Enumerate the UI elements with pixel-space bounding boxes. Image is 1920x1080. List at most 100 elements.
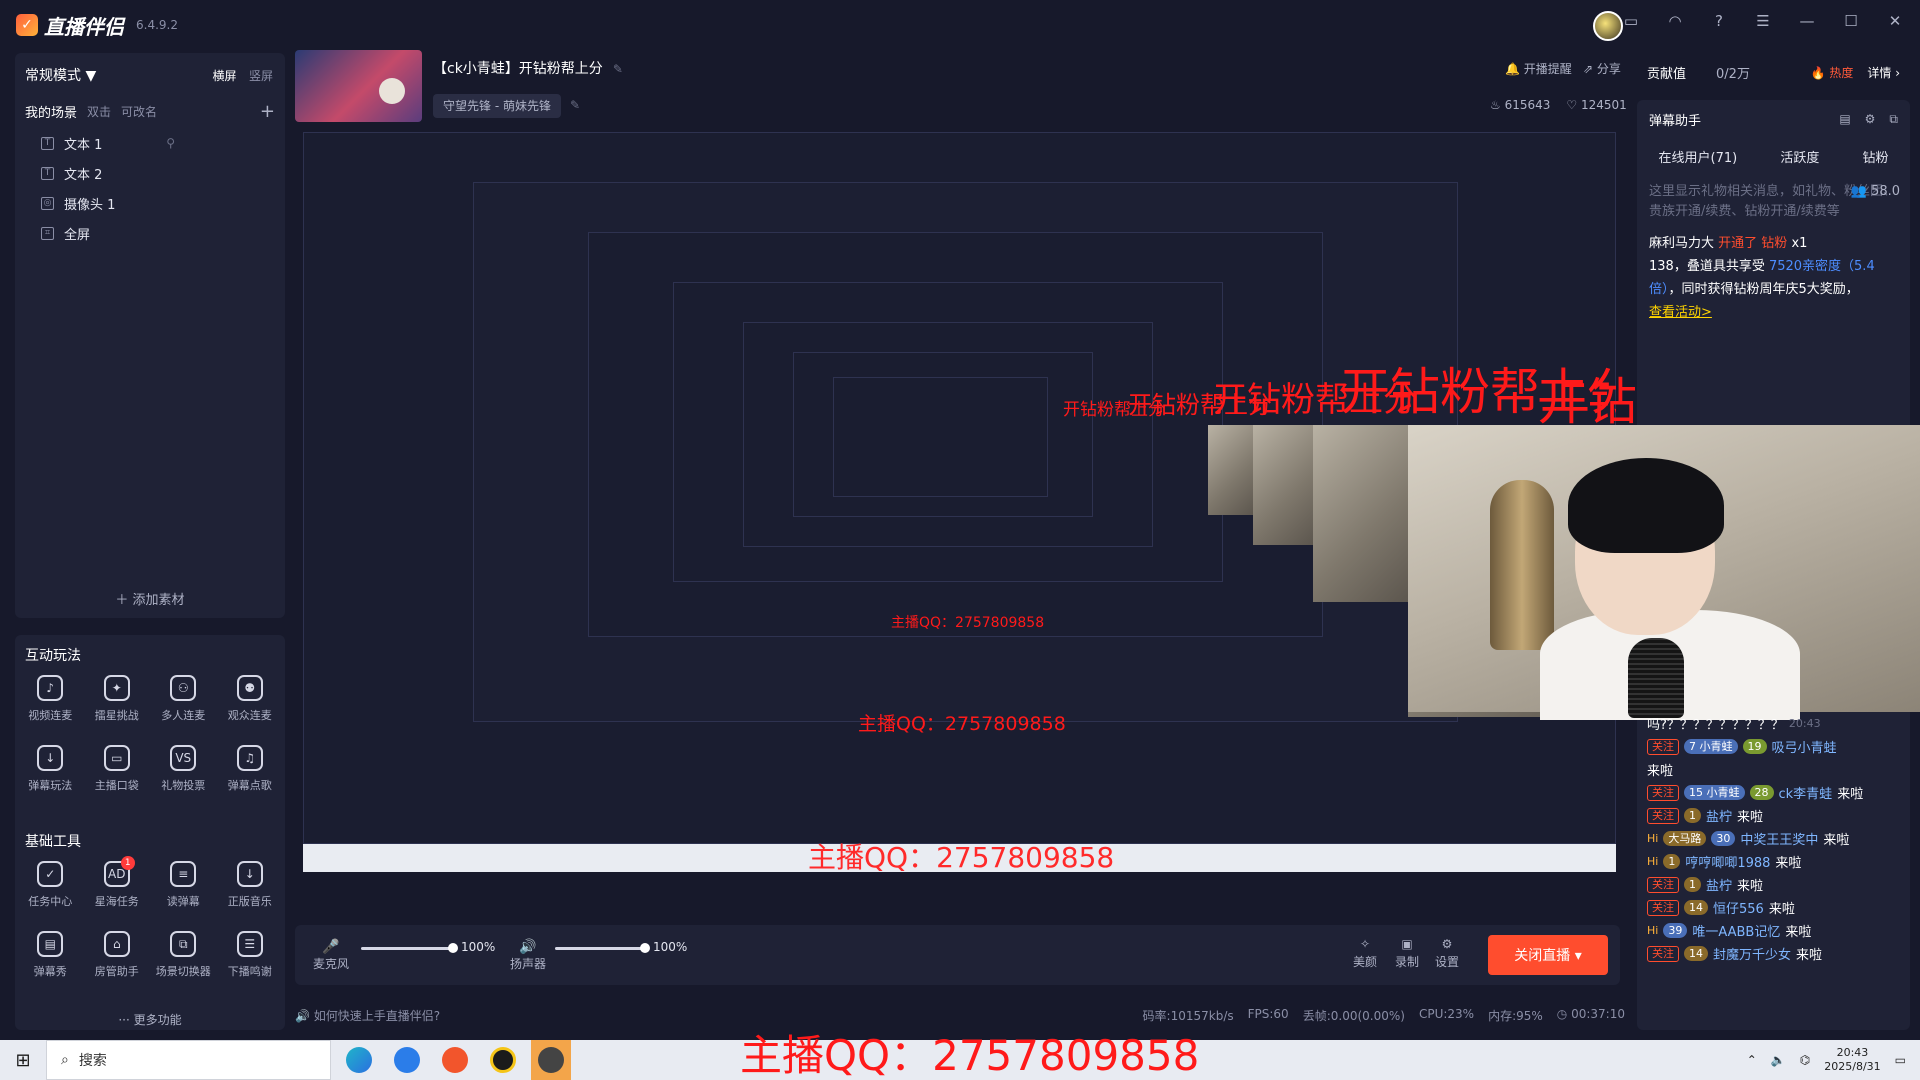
chat-user[interactable]: 封魔万千少女 <box>1713 944 1791 963</box>
taskbar-search[interactable]: ⌕ 搜索 <box>46 1040 331 1080</box>
maximize-icon[interactable]: ☐ <box>1840 10 1862 32</box>
follow-button[interactable]: 关注 <box>1647 945 1679 962</box>
mic-volume-slider[interactable] <box>361 943 458 953</box>
more-features-button[interactable]: ··· 更多功能 <box>15 1007 285 1028</box>
camera-person-hair <box>1568 458 1724 553</box>
live-companion-taskbar-icon[interactable] <box>531 1040 571 1080</box>
live-reminder-button[interactable]: 🔔 开播提醒 <box>1505 60 1572 77</box>
popout-icon[interactable]: ⧉ <box>1889 112 1898 127</box>
app-orange-icon[interactable] <box>435 1040 475 1080</box>
settings-button[interactable]: ⚙ 设置 <box>1435 937 1459 970</box>
chat-user[interactable]: 唯一AABB记忆 <box>1692 921 1780 940</box>
landscape-tab[interactable]: 横屏 <box>213 69 237 83</box>
share-button[interactable]: ⇗ 分享 <box>1583 60 1621 77</box>
view-activity-link[interactable]: 查看活动> <box>1649 305 1712 320</box>
notification-icon[interactable]: ▭ <box>1895 1053 1906 1067</box>
message-icon[interactable]: ▭ <box>1620 10 1642 32</box>
tool-gift-vote[interactable]: VS 礼物投票 <box>150 745 217 815</box>
follow-button[interactable]: 关注 <box>1647 899 1679 916</box>
source-item[interactable]: ⌗ 全屏 <box>15 218 285 248</box>
tool-audience-link[interactable]: ⚉ 观众连麦 <box>217 675 284 745</box>
level-badge: 14 <box>1684 946 1708 961</box>
tool-star-challenge[interactable]: ✦ 擂星挑战 <box>84 675 151 745</box>
tool-task-center[interactable]: ✓ 任务中心 <box>17 861 84 931</box>
chevron-up-icon[interactable]: ⌃ <box>1747 1053 1757 1067</box>
record-label: 录制 <box>1395 955 1420 969</box>
mic-slider-knob[interactable] <box>448 943 458 953</box>
speaker-control[interactable]: 🔊 扬声器 <box>510 939 546 972</box>
room-cover[interactable] <box>295 50 422 122</box>
follow-button[interactable]: 关注 <box>1647 807 1679 824</box>
edge-icon[interactable] <box>339 1040 379 1080</box>
edit-category-icon[interactable]: ✎ <box>570 98 580 112</box>
app-blue-icon[interactable] <box>387 1040 427 1080</box>
chat-user[interactable]: 恒仔556 <box>1713 898 1764 917</box>
gift-message: 麻利马力大 开通了 钻粉 x1 138，叠道具共享受 7520亲密度（5.4倍）… <box>1637 230 1910 326</box>
menu-icon[interactable]: ☰ <box>1752 10 1774 32</box>
my-scene-label[interactable]: 我的场景 <box>25 102 77 121</box>
chat-text: 来啦 <box>1737 810 1764 825</box>
ad-icon: AD 1 <box>103 856 135 887</box>
tool-star-task[interactable]: AD 1 星海任务 <box>84 856 151 931</box>
chat-user[interactable]: 吸弓小青蛙 <box>1772 737 1837 756</box>
windows-start-icon[interactable]: ⊞ <box>0 1040 46 1080</box>
gear-icon[interactable]: ⚙ <box>1865 112 1876 127</box>
mic-control[interactable]: 🎤 麦克风 <box>313 939 349 972</box>
detail-link[interactable]: 详情 › <box>1867 64 1900 81</box>
tool-music[interactable]: ↓ 正版音乐 <box>217 861 284 931</box>
tool-read-danmu[interactable]: ≡ 读弹幕 <box>150 861 217 931</box>
tool-scene-switch[interactable]: ⧉ 场景切换器 <box>150 931 217 1001</box>
tool-multi-link[interactable]: ⚇ 多人连麦 <box>150 675 217 745</box>
tool-label: 场景切换器 <box>155 965 211 978</box>
fan-badge: 7 小青蛙 <box>1684 739 1738 754</box>
close-icon[interactable]: ✕ <box>1884 10 1906 32</box>
gift-user[interactable]: 麻利马力大 <box>1649 236 1714 251</box>
tool-pocket[interactable]: ▭ 主播口袋 <box>84 745 151 815</box>
follow-button[interactable]: 关注 <box>1647 784 1679 801</box>
volume-icon[interactable]: 🔈 <box>1771 1053 1786 1067</box>
chat-user[interactable]: 盐柠 <box>1706 806 1732 825</box>
tool-danmu-play[interactable]: ↓ 弹幕玩法 <box>17 745 84 815</box>
chat-user[interactable]: 盐柠 <box>1706 875 1732 894</box>
tab-diamond-fans[interactable]: 钻粉 <box>1862 147 1888 166</box>
tool-danmu-show[interactable]: ▤ 弹幕秀 <box>17 931 84 1001</box>
chat-user[interactable]: 中奖王王奖中 <box>1740 829 1818 848</box>
text-source-icon: T <box>41 166 54 180</box>
tab-online-users[interactable]: 在线用户(71) <box>1659 147 1738 166</box>
beauty-button[interactable]: ✧ 美颜 <box>1353 937 1377 970</box>
room-title[interactable]: 【ck小青蛙】开钻粉帮上分 ✎ <box>433 58 623 78</box>
mode-selector[interactable]: 常规模式 ▼ <box>25 65 96 85</box>
follow-button[interactable]: 关注 <box>1647 876 1679 893</box>
source-item[interactable]: T 文本 2 <box>15 158 285 188</box>
speaker-slider-knob[interactable] <box>640 943 650 953</box>
edit-icon[interactable]: ✎ <box>613 62 623 76</box>
chat-user[interactable]: 哼哼唧唧1988 <box>1685 852 1770 871</box>
add-source-button[interactable]: ＋ 添加素材 <box>15 589 285 608</box>
network-icon[interactable]: ⌬ <box>1800 1053 1810 1067</box>
follow-button[interactable]: 关注 <box>1647 738 1679 755</box>
help-icon[interactable]: ? <box>1708 10 1730 32</box>
record-button[interactable]: ▣ 录制 <box>1395 937 1419 970</box>
headset-icon[interactable]: ◠ <box>1664 10 1686 32</box>
source-item[interactable]: ◎ 摄像头 1 <box>15 188 285 218</box>
source-item[interactable]: T 文本 1 ⚲ <box>15 128 285 158</box>
minimize-icon[interactable]: — <box>1796 10 1818 32</box>
document-icon[interactable]: ▤ <box>1839 112 1850 127</box>
tab-activity[interactable]: 活跃度 <box>1780 147 1819 166</box>
tool-room-admin[interactable]: ⌂ 房管助手 <box>84 931 151 1001</box>
tool-song-request[interactable]: ♫ 弹幕点歌 <box>217 745 284 815</box>
stop-live-button[interactable]: 关闭直播 ▾ <box>1488 935 1608 975</box>
chat-user[interactable]: ck李青蛙 <box>1779 783 1833 802</box>
pin-icon[interactable]: ⚲ <box>166 136 175 150</box>
tool-thanks[interactable]: ☰ 下播鸣谢 <box>217 931 284 1001</box>
clock[interactable]: 20:43 2025/8/31 <box>1824 1046 1880 1074</box>
portrait-tab[interactable]: 竖屏 <box>249 69 273 83</box>
tool-video-link[interactable]: ♪ 视频连麦 <box>17 675 84 745</box>
add-scene-icon[interactable]: + <box>260 101 275 122</box>
user-avatar[interactable] <box>1593 11 1623 41</box>
app-yellow-icon[interactable] <box>483 1040 523 1080</box>
share-label: 分享 <box>1596 62 1621 76</box>
speaker-volume-slider[interactable] <box>555 943 650 953</box>
help-tip-link[interactable]: 🔊 如何快速上手直播伴侣? <box>295 1007 440 1024</box>
room-category[interactable]: 守望先锋 - 萌妹先锋 <box>433 94 561 118</box>
